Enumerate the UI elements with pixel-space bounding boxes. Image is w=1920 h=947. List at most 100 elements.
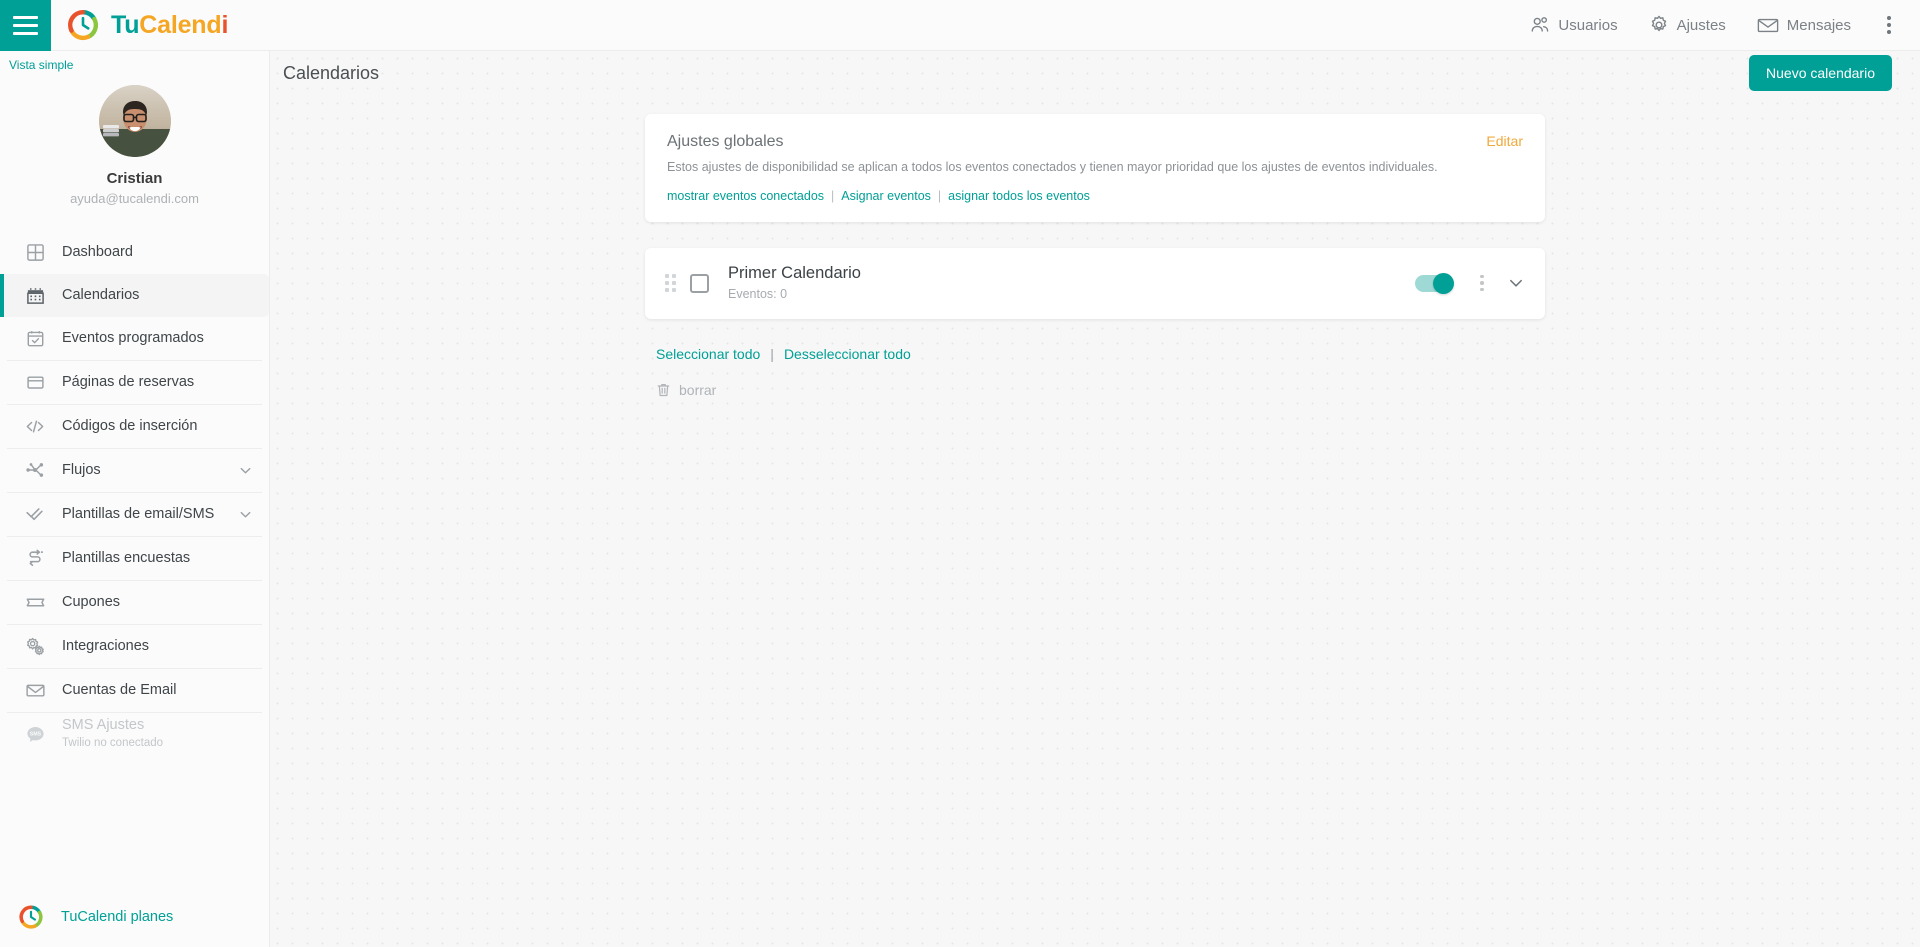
sidebar-item-text: Páginas de reservas [62, 374, 194, 391]
drag-handle-icon[interactable] [665, 274, 676, 293]
calendar-check-icon [22, 329, 48, 348]
brand-part-tu: Tu [111, 10, 140, 39]
main-content: Calendarios Nuevo calendario Ajustes glo… [270, 51, 1920, 947]
topnav-item-usuarios[interactable]: Usuarios [1516, 6, 1630, 44]
sidebar-item-codigos-de-insercion[interactable]: Códigos de inserción [0, 405, 269, 448]
sidebar-item-integraciones[interactable]: Integraciones [0, 625, 269, 668]
sidebar-item-text: Cupones [62, 594, 120, 611]
sidebar-item-label: Códigos de inserción [62, 417, 198, 434]
sidebar-item-label: Cuentas de Email [62, 681, 177, 698]
calendar-row-menu-icon[interactable] [1471, 274, 1493, 292]
grid-icon [22, 243, 48, 262]
kebab-dot [1887, 16, 1891, 20]
mail-icon [22, 681, 48, 700]
sidebar-item-eventos-programados[interactable]: Eventos programados [0, 317, 269, 360]
drag-dot [672, 274, 676, 279]
link-asignar-eventos[interactable]: Asignar eventos [841, 189, 931, 203]
sidebar-navigation: Dashboard Calendarios Eventos programado… [0, 223, 269, 756]
edit-global-settings-link[interactable]: Editar [1486, 131, 1523, 149]
code-icon [22, 417, 48, 436]
global-settings-links: mostrar eventos conectados | Asignar eve… [667, 189, 1466, 203]
profile-section: Cristian ayuda@tucalendi.com [0, 51, 269, 223]
link-separator: | [831, 188, 835, 203]
kebab-menu-icon[interactable] [1872, 8, 1906, 42]
brand-part-calend: Calend [139, 10, 222, 39]
calendar-icon [22, 286, 48, 305]
delete-label: borrar [679, 381, 717, 398]
calendar-enabled-toggle[interactable] [1415, 272, 1454, 294]
sidebar-item-label: Calendarios [62, 286, 140, 303]
svg-text:SMS: SMS [29, 732, 41, 738]
calendar-events-count: Eventos: 0 [728, 286, 788, 301]
kebab-dot [1887, 30, 1891, 34]
sidebar-item-cuentas-de-email[interactable]: Cuentas de Email [0, 669, 269, 712]
simple-view-link[interactable]: Vista simple [9, 58, 73, 72]
kebab-dot [1887, 23, 1891, 27]
new-calendar-button[interactable]: Nuevo calendario [1749, 55, 1892, 91]
sidebar-item-label: Flujos [62, 461, 101, 478]
topnav-item-mensajes[interactable]: Mensajes [1743, 6, 1864, 44]
sidebar-item-flujos[interactable]: Flujos [0, 449, 269, 492]
top-bar: TuCalendi Usuarios Ajustes Mensajes [0, 0, 1920, 51]
profile-email: ayuda@tucalendi.com [70, 191, 199, 207]
calendar-row-checkbox[interactable] [690, 273, 709, 293]
sms-bubble-icon: SMS [22, 724, 48, 744]
sidebar-item-dashboard[interactable]: Dashboard [0, 231, 269, 274]
kebab-dot [1480, 281, 1484, 285]
link-mostrar-eventos-conectados[interactable]: mostrar eventos conectados [667, 189, 824, 203]
window-icon [22, 373, 48, 392]
top-navigation: Usuarios Ajustes Mensajes [1516, 6, 1920, 44]
avatar[interactable] [98, 85, 171, 157]
sidebar-footer-label: TuCalendi planes [61, 909, 174, 925]
deselect-all-link[interactable]: Desseleccionar todo [784, 346, 911, 362]
select-all-link[interactable]: Seleccionar todo [656, 346, 760, 362]
tucalendi-logo-icon [68, 10, 99, 41]
chevron-down-icon[interactable] [238, 507, 253, 522]
double-check-icon [22, 504, 48, 524]
sidebar-item-paginas-de-reservas[interactable]: Páginas de reservas [0, 361, 269, 404]
trash-icon [657, 383, 670, 396]
sidebar-item-calendarios[interactable]: Calendarios [0, 273, 269, 317]
topnav-label: Mensajes [1786, 16, 1851, 34]
survey-icon [22, 548, 48, 568]
sidebar-item-label: Páginas de reservas [62, 373, 195, 390]
global-settings-body: Ajustes globales Estos ajustes de dispon… [667, 131, 1466, 203]
link-asignar-todos-los-eventos[interactable]: asignar todos los eventos [948, 189, 1090, 203]
sidebar-item-cupones[interactable]: Cupones [0, 581, 269, 624]
gear-icon [1651, 15, 1666, 32]
sidebar-item-tucalendi-planes[interactable]: TuCalendi planes [0, 887, 269, 947]
gears-icon [22, 636, 48, 657]
global-settings-description: Estos ajustes de disponibilidad se aplic… [667, 160, 1438, 175]
topnav-item-ajustes[interactable]: Ajustes [1635, 6, 1739, 44]
kebab-dot [1480, 274, 1484, 279]
sidebar-item-label: Cupones [62, 593, 121, 610]
sidebar-item-plantillas-encuestas[interactable]: Plantillas encuestas [0, 537, 269, 580]
topnav-label: Ajustes [1676, 16, 1726, 34]
sidebar-item-text: SMS Ajustes Twilio no conectado [62, 717, 163, 751]
sidebar-item-text: Plantillas encuestas [62, 550, 190, 567]
calendar-name: Primer Calendario [728, 263, 861, 282]
sidebar-item-label: Eventos programados [62, 329, 204, 346]
hamburger-icon[interactable] [0, 0, 51, 51]
sidebar-item-label: Plantillas de email/SMS [62, 505, 215, 522]
global-settings-title: Ajustes globales [667, 133, 784, 150]
sidebar-item-label: Integraciones [62, 637, 150, 654]
selection-controls: Seleccionar todo | Desseleccionar todo [645, 346, 1545, 362]
brand-title: TuCalendi [111, 11, 228, 40]
brand-logo-link[interactable]: TuCalendi [66, 8, 228, 42]
tucalendi-logo-icon [19, 905, 43, 929]
sidebar-item-plantillas-de-email-sms[interactable]: Plantillas de email/SMS [0, 493, 269, 536]
sidebar-item-text: Cuentas de Email [62, 682, 176, 699]
chevron-down-icon[interactable] [238, 463, 253, 478]
sidebar: Vista simple Cristian ayuda@tucalendi.co… [0, 51, 270, 947]
content-column: Ajustes globales Estos ajustes de dispon… [645, 95, 1545, 398]
calendar-row-expand-chevron-down-icon[interactable] [1507, 274, 1525, 292]
delete-button[interactable]: borrar [645, 382, 1545, 398]
sidebar-item-text: Códigos de inserción [62, 418, 197, 435]
sidebar-item-text: Eventos programados [62, 330, 204, 347]
sidebar-item-text: Calendarios [62, 287, 139, 304]
drag-dot [672, 288, 676, 293]
ticket-icon [22, 593, 48, 612]
drag-dot [665, 274, 669, 279]
sidebar-item-label: Dashboard [62, 243, 133, 260]
